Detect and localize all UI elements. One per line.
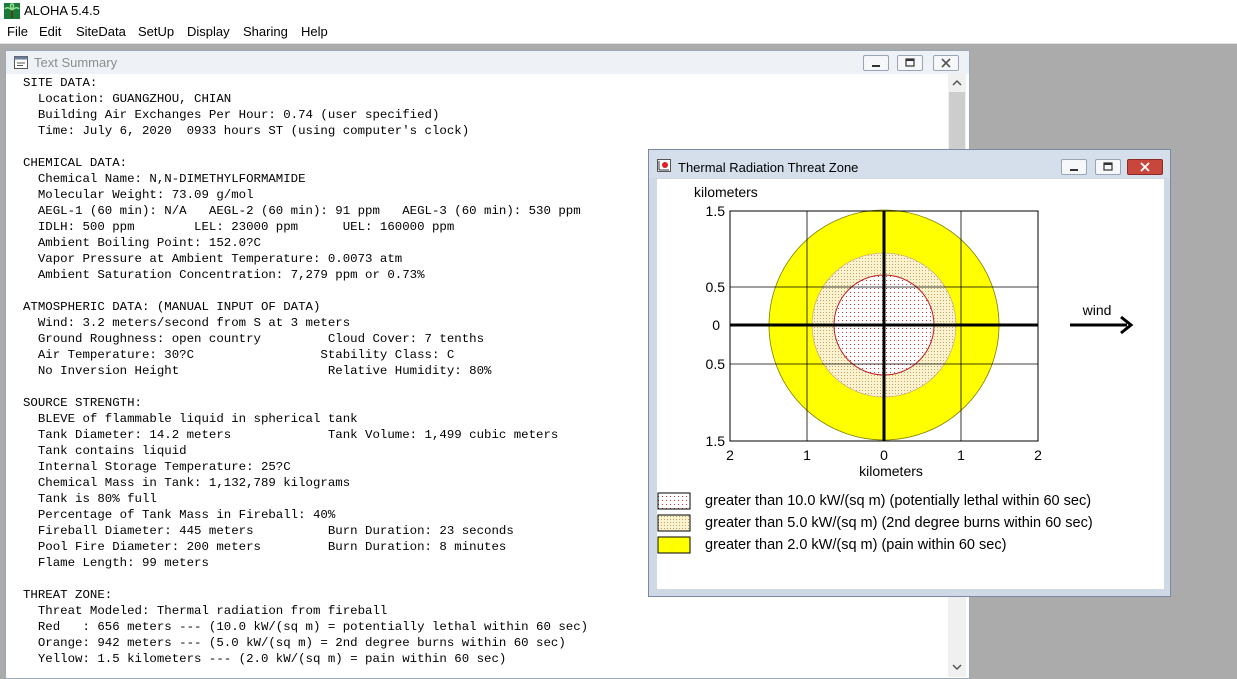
summary-line: Wind: 3.2 meters/second from S at 3 mete… bbox=[23, 316, 351, 330]
summary-line: Building Air Exchanges Per Hour: 0.74 (u… bbox=[23, 108, 440, 122]
summary-line: Ambient Saturation Concentration: 7,279 … bbox=[23, 268, 425, 282]
menu-sitedata[interactable]: SiteData bbox=[76, 24, 126, 39]
tz-close-button[interactable] bbox=[1127, 159, 1163, 175]
x-axis-unit-label: kilometers bbox=[859, 463, 923, 479]
summary-line: Internal Storage Temperature: 25?C bbox=[23, 460, 291, 474]
text-summary-title: Text Summary bbox=[34, 55, 118, 70]
summary-line: Fireball Diameter: 445 meters Burn Durat… bbox=[23, 524, 514, 538]
summary-line: Threat Modeled: Thermal radiation from f… bbox=[23, 604, 388, 618]
summary-line: SOURCE STRENGTH: bbox=[23, 396, 142, 410]
summary-line: Chemical Name: N,N-DIMETHYLFORMAMIDE bbox=[23, 172, 306, 186]
menu-sharing[interactable]: Sharing bbox=[243, 24, 288, 39]
y-axis-unit-label: kilometers bbox=[694, 184, 758, 200]
wind-label: wind bbox=[1082, 302, 1112, 318]
summary-line: Yellow: 1.5 kilometers --- (2.0 kW/(sq m… bbox=[23, 652, 507, 666]
legend-label-yellow: greater than 2.0 kW/(sq m) (pain within … bbox=[705, 537, 1006, 553]
x-tick-label: 2 bbox=[726, 447, 734, 463]
y-tick-label: 0 bbox=[712, 317, 720, 333]
y-tick-label: 1.5 bbox=[706, 433, 726, 449]
text-summary-titlebar[interactable]: Text Summary bbox=[6, 51, 969, 74]
tz-minimize-button[interactable] bbox=[1061, 159, 1087, 175]
summary-line: Ground Roughness: open country Cloud Cov… bbox=[23, 332, 485, 346]
menu-setup[interactable]: SetUp bbox=[138, 24, 174, 39]
summary-line: Vapor Pressure at Ambient Temperature: 0… bbox=[23, 252, 403, 266]
document-icon bbox=[14, 56, 28, 69]
threat-zone-window: Thermal Radiation Threat Zone kilometers… bbox=[648, 149, 1171, 597]
summary-line: AEGL-1 (60 min): N/A AEGL-2 (60 min): 91… bbox=[23, 204, 581, 218]
tz-restore-button[interactable] bbox=[1095, 159, 1121, 175]
scroll-down-icon[interactable] bbox=[948, 660, 966, 674]
summary-line: Tank Diameter: 14.2 meters Tank Volume: … bbox=[23, 428, 559, 442]
summary-line: No Inversion Height Relative Humidity: 8… bbox=[23, 364, 492, 378]
summary-line: Red : 656 meters --- (10.0 kW/(sq m) = p… bbox=[23, 620, 589, 634]
restore-icon bbox=[905, 58, 915, 67]
y-tick-label: 1.5 bbox=[706, 203, 726, 219]
summary-line: Air Temperature: 30?C Stability Class: C bbox=[23, 348, 455, 362]
summary-line: Percentage of Tank Mass in Fireball: 40% bbox=[23, 508, 336, 522]
legend-label-orange: greater than 5.0 kW/(sq m) (2nd degree b… bbox=[705, 515, 1093, 531]
threat-zone-plot: kilometers 1.5 0.5 0 0.5 1.5 2 1 0 1 2 k… bbox=[657, 184, 1134, 554]
summary-line: THREAT ZONE: bbox=[23, 588, 113, 602]
menu-bar: File Edit SiteData SetUp Display Sharing… bbox=[0, 22, 1237, 44]
y-tick-label: 0.5 bbox=[706, 356, 726, 372]
menu-help[interactable]: Help bbox=[301, 24, 328, 39]
summary-line: CHEMICAL DATA: bbox=[23, 156, 128, 170]
summary-line: Ambient Boiling Point: 152.0?C bbox=[23, 236, 261, 250]
summary-line: IDLH: 500 ppm LEL: 23000 ppm UEL: 160000… bbox=[23, 220, 455, 234]
legend-label-red: greater than 10.0 kW/(sq m) (potentially… bbox=[705, 493, 1091, 509]
x-tick-label: 1 bbox=[957, 447, 965, 463]
menu-file[interactable]: File bbox=[7, 24, 28, 39]
summary-line: SITE DATA: bbox=[23, 76, 98, 90]
x-tick-label: 1 bbox=[803, 447, 811, 463]
app-title: ALOHA 5.4.5 bbox=[24, 3, 100, 18]
threat-zone-title: Thermal Radiation Threat Zone bbox=[678, 160, 859, 175]
close-icon bbox=[1140, 162, 1150, 172]
x-tick-label: 0 bbox=[880, 447, 888, 463]
summary-line: Tank is 80% full bbox=[23, 492, 157, 506]
close-icon bbox=[941, 58, 951, 68]
legend-swatch-orange bbox=[657, 514, 691, 532]
summary-line: Flame Length: 99 meters bbox=[23, 556, 209, 570]
legend-swatch-red bbox=[657, 492, 691, 510]
y-tick-label: 0.5 bbox=[706, 279, 726, 295]
wind-arrow-icon bbox=[1070, 315, 1134, 335]
restore-icon bbox=[1103, 162, 1113, 171]
close-button[interactable] bbox=[933, 55, 959, 71]
minimize-button[interactable] bbox=[863, 55, 889, 71]
minimize-icon bbox=[1070, 169, 1078, 171]
summary-line: Location: GUANGZHOU, CHIAN bbox=[23, 92, 232, 106]
legend-swatch-yellow bbox=[657, 536, 691, 554]
threat-zone-icon bbox=[657, 159, 671, 172]
menu-display[interactable]: Display bbox=[187, 24, 230, 39]
summary-line: Orange: 942 meters --- (5.0 kW/(sq m) = … bbox=[23, 636, 566, 650]
app-titlebar: ALOHA 5.4.5 bbox=[0, 0, 1237, 22]
threat-zone-plot-area: kilometers 1.5 0.5 0 0.5 1.5 2 1 0 1 2 k… bbox=[657, 179, 1164, 589]
summary-line: ATMOSPHERIC DATA: (MANUAL INPUT OF DATA) bbox=[23, 300, 321, 314]
summary-line: Tank contains liquid bbox=[23, 444, 187, 458]
x-tick-label: 2 bbox=[1034, 447, 1042, 463]
text-summary-content: SITE DATA: Location: GUANGZHOU, CHIAN Bu… bbox=[23, 75, 588, 667]
restore-button[interactable] bbox=[897, 55, 923, 71]
summary-line: BLEVE of flammable liquid in spherical t… bbox=[23, 412, 358, 426]
summary-line: Chemical Mass in Tank: 1,132,789 kilogra… bbox=[23, 476, 351, 490]
aloha-palm-icon bbox=[4, 3, 20, 19]
menu-edit[interactable]: Edit bbox=[39, 24, 61, 39]
summary-line: Pool Fire Diameter: 200 meters Burn Dura… bbox=[23, 540, 507, 554]
summary-line: Time: July 6, 2020 0933 hours ST (using … bbox=[23, 124, 470, 138]
threat-zone-titlebar[interactable]: Thermal Radiation Threat Zone bbox=[649, 150, 1170, 178]
minimize-icon bbox=[872, 65, 880, 67]
scroll-up-icon[interactable] bbox=[948, 76, 966, 90]
summary-line: Molecular Weight: 73.09 g/mol bbox=[23, 188, 254, 202]
